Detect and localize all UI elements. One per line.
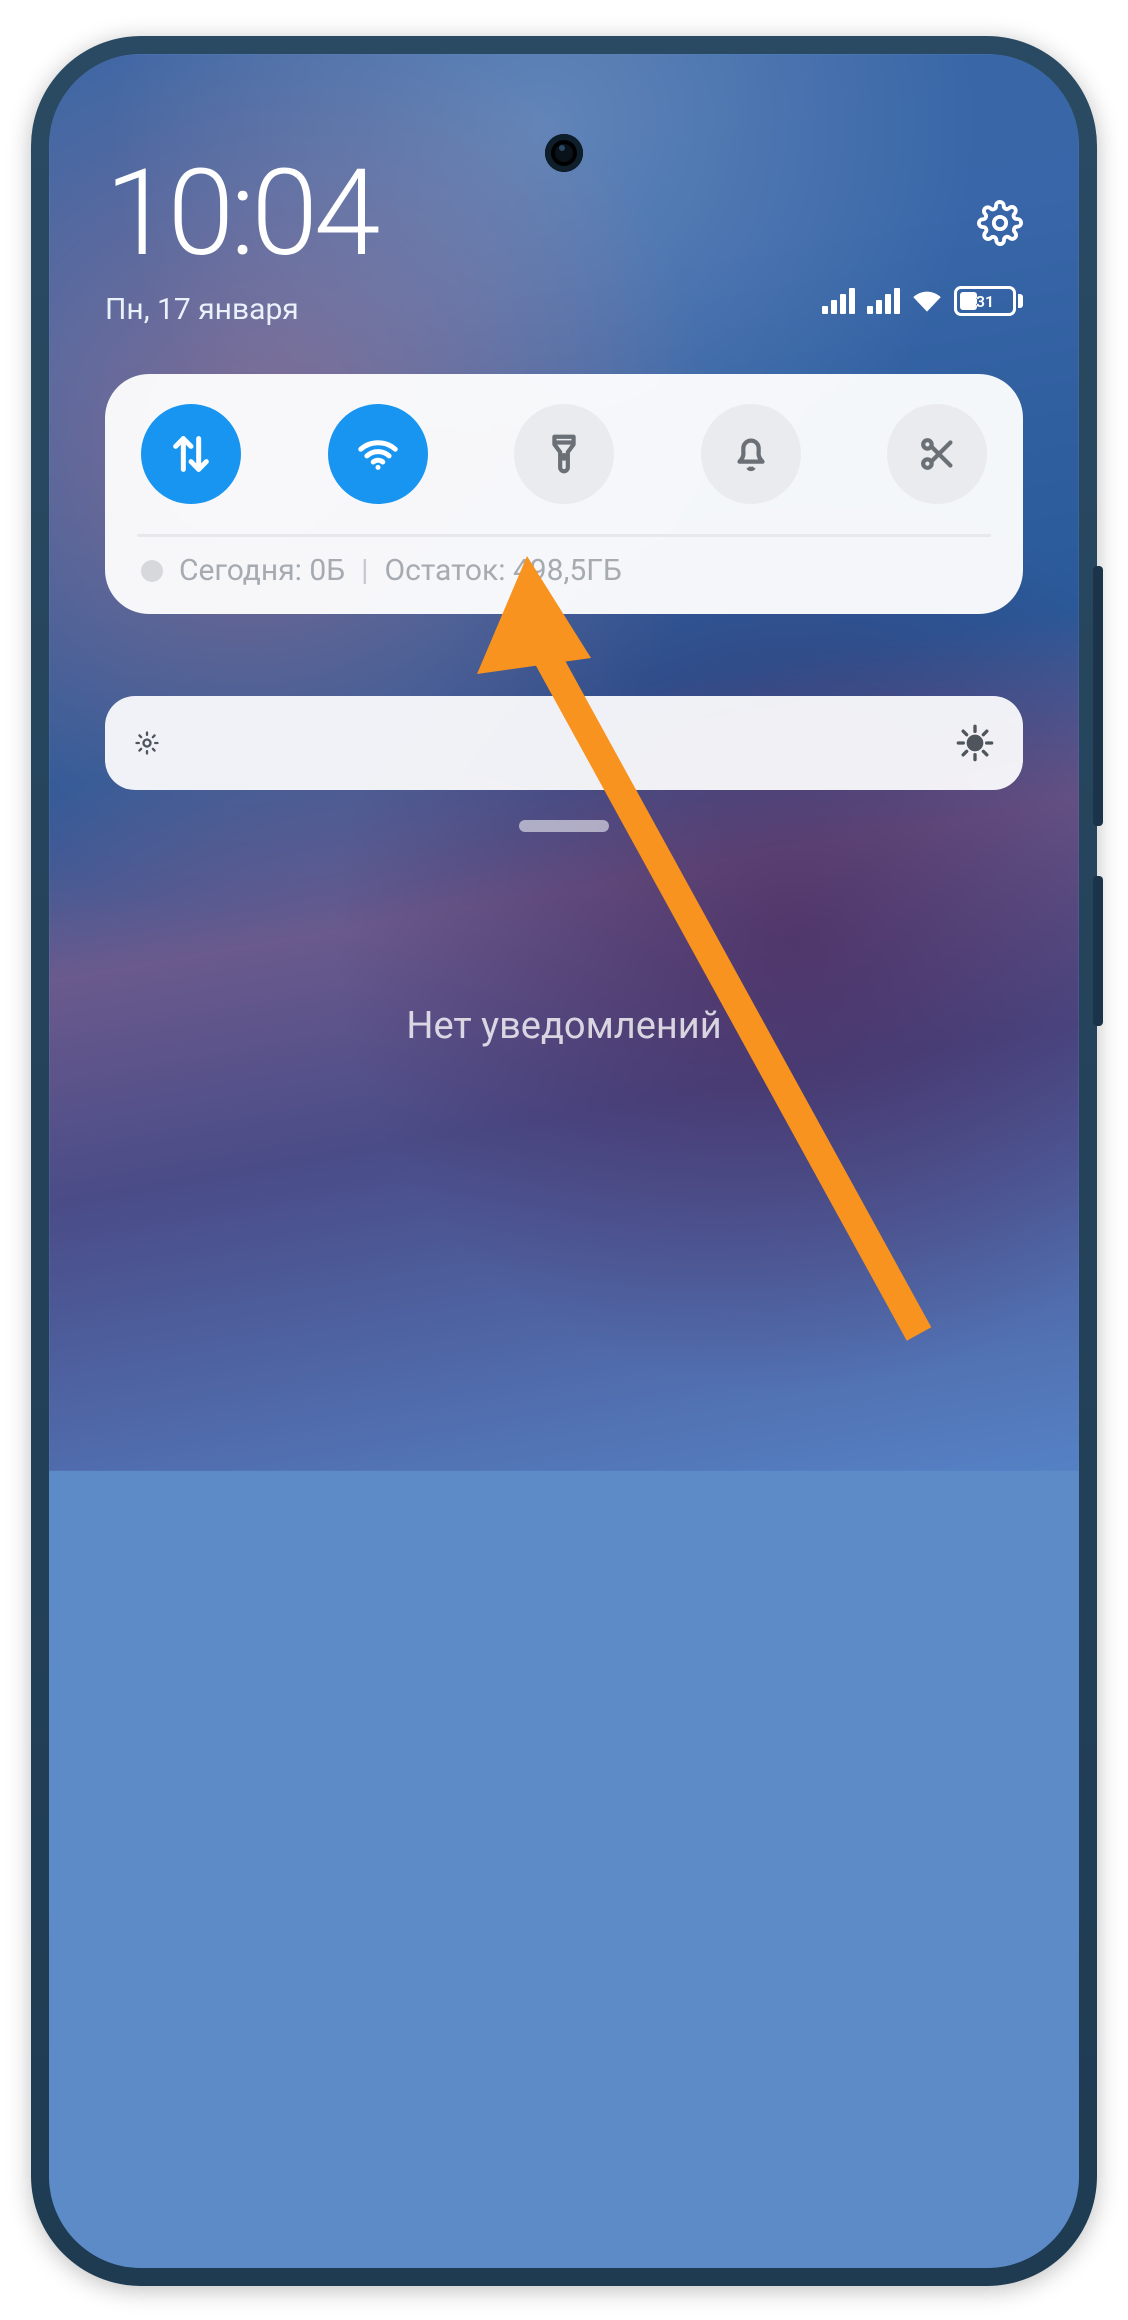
- toggle-mobile-data[interactable]: [141, 404, 241, 504]
- scissors-icon: [914, 431, 960, 477]
- status-bar-icons: 31: [822, 286, 1023, 316]
- wifi-icon: [355, 431, 401, 477]
- battery-fill: [960, 292, 977, 310]
- quick-settings-panel: Сегодня: 0Б | Остаток: 498,5ГБ: [105, 374, 1023, 614]
- toggle-flashlight[interactable]: [514, 404, 614, 504]
- flashlight-icon: [541, 431, 587, 477]
- usage-dot-icon: [141, 560, 163, 582]
- wifi-status-icon: [912, 286, 942, 316]
- shade-expand-handle[interactable]: [519, 820, 609, 832]
- power-button: [1093, 876, 1103, 1026]
- usage-separator: |: [361, 553, 368, 588]
- front-camera-hole: [545, 134, 583, 172]
- date-label: Пн, 17 января: [105, 292, 299, 327]
- volume-button: [1093, 566, 1103, 826]
- toggle-sound[interactable]: [701, 404, 801, 504]
- usage-remaining-label: Остаток: 498,5ГБ: [384, 553, 621, 588]
- no-notifications-label: Нет уведомлений: [49, 1004, 1079, 1048]
- brightness-low-icon: [133, 729, 161, 757]
- gear-icon: [977, 200, 1023, 246]
- notification-shade-header: 10:04 Пн, 17 января: [49, 54, 1079, 327]
- data-usage-bar[interactable]: Сегодня: 0Б | Остаток: 498,5ГБ: [133, 537, 995, 596]
- settings-button[interactable]: [977, 200, 1023, 246]
- toggle-wifi[interactable]: [328, 404, 428, 504]
- bell-icon: [728, 431, 774, 477]
- signal-sim2-icon: [867, 288, 900, 314]
- battery-indicator: 31: [954, 286, 1023, 316]
- brightness-high-icon: [955, 723, 995, 763]
- toggle-screenshot[interactable]: [887, 404, 987, 504]
- mobile-data-icon: [168, 431, 214, 477]
- brightness-slider[interactable]: [105, 696, 1023, 790]
- usage-today-label: Сегодня: 0Б: [179, 553, 345, 588]
- phone-frame: 10:04 Пн, 17 января: [31, 36, 1097, 2286]
- signal-sim1-icon: [822, 288, 855, 314]
- clock-time: 10:04: [105, 154, 1023, 274]
- battery-percent-label: 31: [976, 292, 994, 311]
- screen: 10:04 Пн, 17 января: [49, 54, 1079, 2268]
